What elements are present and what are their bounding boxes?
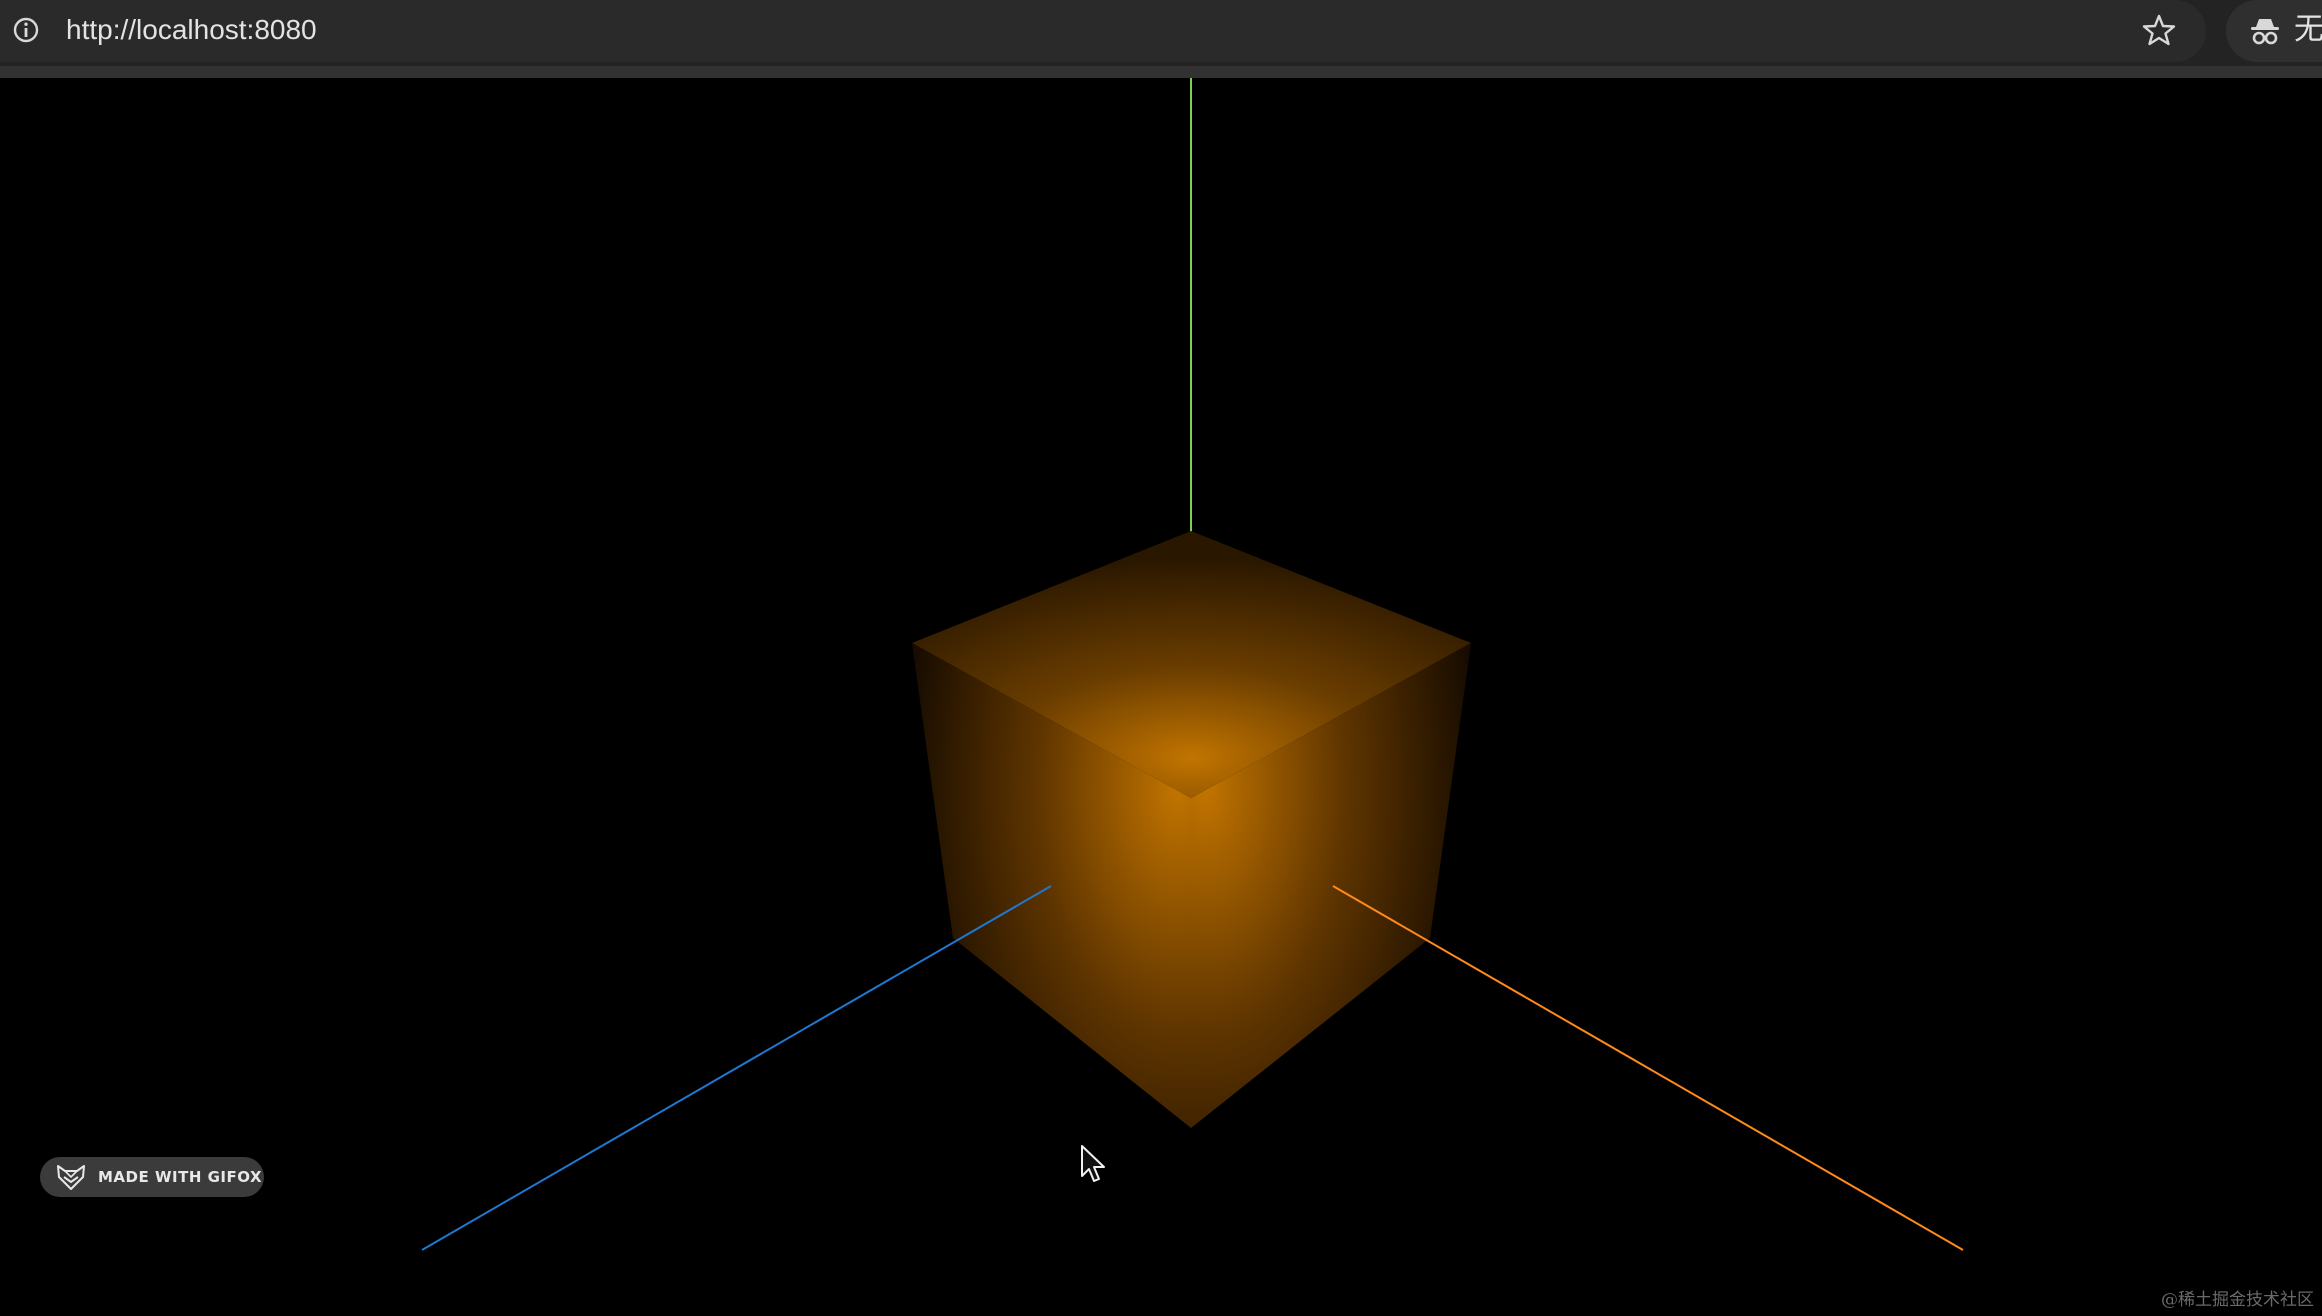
toolbar-divider [0, 66, 2322, 78]
profile-label[interactable]: 无 [2294, 12, 2322, 48]
gifox-badge: MADE WITH GIFOX [40, 1157, 264, 1197]
watermark-text: @稀土掘金技术社区 [2161, 1290, 2314, 1310]
info-icon[interactable] [12, 16, 40, 44]
address-bar[interactable]: http://localhost:8080 [0, 0, 2206, 62]
axis-z-line [421, 885, 1052, 1251]
mouse-cursor-icon [1081, 1145, 1105, 1182]
star-icon[interactable] [2141, 12, 2177, 48]
scene-svg [421, 78, 1964, 1251]
gifox-label: MADE WITH GIFOX [98, 1168, 263, 1186]
fox-icon [57, 1165, 85, 1190]
url-text[interactable]: http://localhost:8080 [66, 12, 317, 48]
axis-x-line [1332, 885, 1964, 1251]
browser-toolbar: http://localhost:8080 无 [0, 0, 2322, 66]
incognito-icon[interactable] [2248, 14, 2282, 48]
render-canvas[interactable] [0, 78, 2322, 1316]
